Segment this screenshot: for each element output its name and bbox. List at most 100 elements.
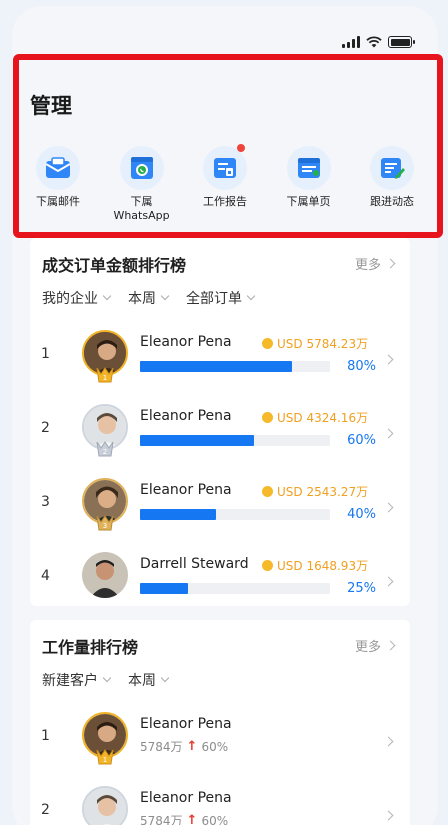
filter-label: 本周 bbox=[128, 291, 156, 307]
chevron-down-icon bbox=[102, 291, 112, 301]
employee-name: Eleanor Pena bbox=[140, 790, 232, 806]
amount-value: USD 5784.23万 bbox=[277, 337, 369, 351]
browser-page-icon bbox=[286, 146, 331, 190]
more-label: 更多 bbox=[354, 640, 381, 655]
sales-rank-row[interactable]: 2 2 Eleanor Pena USD 4324.16万 60% bbox=[30, 400, 410, 474]
salesperson-name: Eleanor Pena bbox=[140, 334, 232, 350]
rank-number: 4 bbox=[41, 568, 50, 584]
chevron-right-icon bbox=[383, 502, 394, 513]
management-shortcuts: 下属邮件 下属 WhatsApp 工作报告 下属单页 跟进动态 bbox=[18, 144, 432, 223]
chevron-down-icon bbox=[246, 291, 256, 301]
chevron-down-icon bbox=[160, 291, 170, 301]
order-amount: USD 4324.16万 bbox=[262, 409, 368, 426]
chevron-right-icon bbox=[385, 258, 396, 269]
filter-period[interactable]: 本周 bbox=[128, 670, 170, 690]
signal-icon bbox=[342, 36, 360, 48]
sales-ranking-title: 成交订单金额排行榜 bbox=[42, 256, 187, 275]
coin-icon bbox=[262, 486, 273, 497]
arrow-up-icon: ↑ bbox=[186, 813, 198, 825]
progress-fill bbox=[140, 361, 292, 372]
sales-rank-row[interactable]: 1 1 Eleanor Pena USD 5784.23万 80% bbox=[30, 326, 410, 400]
progress-bar bbox=[140, 435, 330, 446]
progress-bar bbox=[140, 509, 330, 520]
chevron-right-icon bbox=[385, 640, 396, 651]
rank-number: 2 bbox=[41, 802, 50, 818]
gold-medal-icon: 1 bbox=[96, 367, 114, 383]
mail-icon bbox=[36, 146, 80, 190]
shortcut-label: 下属单页 bbox=[286, 195, 331, 208]
filter-metric[interactable]: 新建客户 bbox=[42, 670, 112, 690]
medal-number: 3 bbox=[103, 522, 107, 530]
order-amount: USD 1648.93万 bbox=[262, 557, 368, 574]
chevron-right-icon bbox=[383, 810, 394, 821]
salesperson-name: Darrell Steward bbox=[140, 556, 249, 572]
notification-badge bbox=[237, 144, 245, 152]
filter-scope[interactable]: 我的企业 bbox=[42, 288, 112, 308]
coin-icon bbox=[262, 412, 273, 423]
gold-medal-icon: 1 bbox=[96, 749, 114, 765]
medal-number: 2 bbox=[103, 448, 107, 456]
shortcut-follow-up[interactable]: 跟进动态 bbox=[352, 146, 432, 223]
order-amount: USD 5784.23万 bbox=[262, 335, 368, 352]
bronze-medal-icon: 3 bbox=[96, 515, 114, 531]
avatar bbox=[82, 786, 128, 825]
shortcut-subordinate-page[interactable]: 下属单页 bbox=[269, 146, 349, 223]
coin-icon bbox=[262, 338, 273, 349]
workload-rank-row[interactable]: 2 Eleanor Pena 5784万 ↑ 60% bbox=[30, 782, 410, 825]
shortcut-label: 下属 WhatsApp bbox=[113, 195, 170, 222]
arrow-up-icon: ↑ bbox=[186, 739, 198, 754]
rank-number: 1 bbox=[41, 346, 50, 362]
progress-bar bbox=[140, 583, 330, 594]
avatar bbox=[82, 552, 128, 598]
workload-ranking-filters: 新建客户 本周 bbox=[42, 670, 170, 690]
shortcut-subordinate-whatsapp[interactable]: 下属 WhatsApp bbox=[102, 146, 182, 223]
chevron-right-icon bbox=[383, 576, 394, 587]
battery-icon bbox=[388, 36, 415, 48]
filter-label: 新建客户 bbox=[42, 673, 98, 689]
progress-fill bbox=[140, 583, 188, 594]
filter-period[interactable]: 本周 bbox=[128, 288, 170, 308]
chevron-down-icon bbox=[160, 673, 170, 683]
rank-number: 3 bbox=[41, 494, 50, 510]
phone-frame: 管理 下属邮件 下属 WhatsApp 工作报告 下属单页 跟进动态 成交订单金… bbox=[12, 6, 438, 825]
filter-order-type[interactable]: 全部订单 bbox=[186, 288, 256, 308]
management-title: 管理 bbox=[30, 94, 72, 118]
rank-number: 2 bbox=[41, 420, 50, 436]
sales-ranking-more[interactable]: 更多 bbox=[354, 254, 396, 273]
amount-value: USD 4324.16万 bbox=[277, 411, 369, 425]
filter-label: 我的企业 bbox=[42, 291, 98, 307]
change-percent: 60% bbox=[201, 739, 229, 754]
workload-ranking-title: 工作量排行榜 bbox=[42, 638, 139, 657]
workload-value: 5784万 bbox=[140, 740, 183, 754]
shortcut-label: 下属邮件 bbox=[36, 195, 80, 208]
rank-number: 1 bbox=[41, 728, 50, 744]
employee-name: Eleanor Pena bbox=[140, 716, 232, 732]
followup-edit-icon bbox=[370, 146, 414, 190]
shortcut-label: 工作报告 bbox=[203, 195, 247, 208]
shortcut-work-report[interactable]: 工作报告 bbox=[185, 144, 265, 223]
shortcut-subordinate-mail[interactable]: 下属邮件 bbox=[18, 146, 98, 223]
workload-stats: 5784万 ↑ 60% bbox=[140, 738, 228, 755]
chevron-right-icon bbox=[383, 354, 394, 365]
workload-ranking-card: 工作量排行榜 更多 新建客户 本周 1 1 Eleanor Pena 5784万… bbox=[30, 620, 410, 825]
filter-label: 本周 bbox=[128, 673, 156, 689]
amount-value: USD 1648.93万 bbox=[277, 559, 369, 573]
salesperson-name: Eleanor Pena bbox=[140, 482, 232, 498]
sales-rank-row[interactable]: 4 Darrell Steward USD 1648.93万 25% bbox=[30, 548, 410, 622]
workload-value: 5784万 bbox=[140, 814, 183, 825]
workload-ranking-more[interactable]: 更多 bbox=[354, 636, 396, 655]
wifi-icon bbox=[366, 36, 382, 48]
report-icon bbox=[203, 144, 247, 190]
order-amount: USD 2543.27万 bbox=[262, 483, 368, 500]
change-percent: 60% bbox=[201, 813, 229, 825]
silver-medal-icon: 2 bbox=[96, 441, 114, 457]
workload-rank-row[interactable]: 1 1 Eleanor Pena 5784万 ↑ 60% bbox=[30, 708, 410, 782]
sales-rank-row[interactable]: 3 3 Eleanor Pena USD 2543.27万 40% bbox=[30, 474, 410, 548]
amount-value: USD 2543.27万 bbox=[277, 485, 369, 499]
shortcut-label: 跟进动态 bbox=[370, 195, 414, 208]
chevron-down-icon bbox=[102, 673, 112, 683]
medal-number: 1 bbox=[103, 756, 107, 764]
progress-bar bbox=[140, 361, 330, 372]
more-label: 更多 bbox=[354, 258, 381, 273]
management-section: 管理 下属邮件 下属 WhatsApp 工作报告 下属单页 跟进动态 bbox=[12, 56, 438, 226]
